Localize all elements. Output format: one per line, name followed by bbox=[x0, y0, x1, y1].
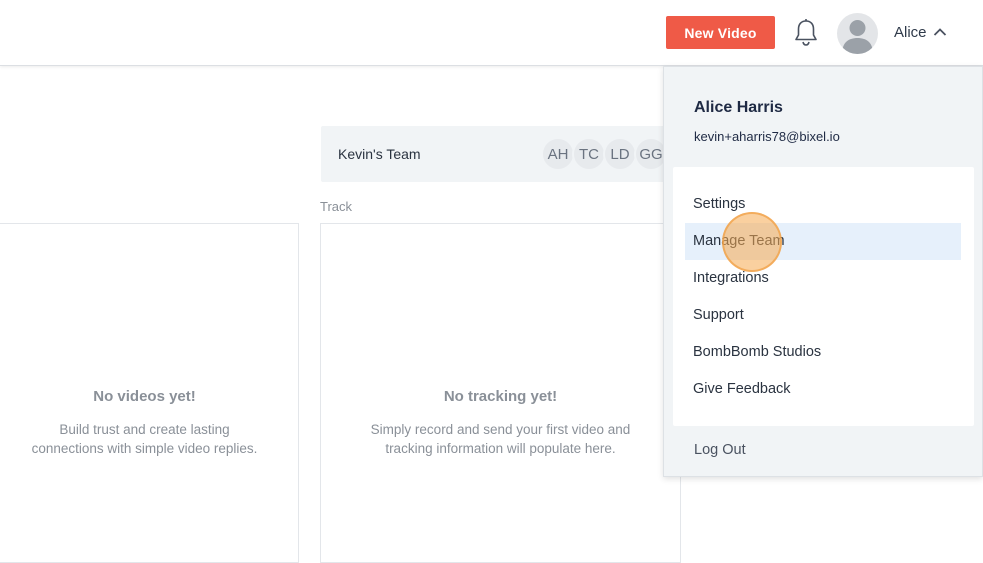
team-member-avatar[interactable]: LD bbox=[603, 137, 637, 171]
dropdown-user-email: kevin+aharris78@bixel.io bbox=[694, 129, 840, 144]
tracking-card: No tracking yet! Simply record and send … bbox=[320, 223, 681, 563]
tracking-empty-title: No tracking yet! bbox=[443, 388, 558, 405]
menu-item-manage-team[interactable]: Manage Team bbox=[685, 223, 961, 260]
menu-item-give-feedback[interactable]: Give Feedback bbox=[685, 371, 961, 408]
videos-empty-description: Build trust and create lasting connectio… bbox=[0, 420, 298, 458]
user-silhouette-icon bbox=[842, 20, 873, 54]
new-video-button[interactable]: New Video bbox=[666, 16, 775, 49]
team-name: Kevin's Team bbox=[338, 146, 421, 162]
videos-empty-title: No videos yet! bbox=[93, 388, 196, 405]
tracking-empty-line: tracking information will populate here. bbox=[385, 441, 616, 456]
bell-icon[interactable] bbox=[792, 18, 820, 48]
team-bar[interactable]: Kevin's Team AH TC LD GG bbox=[321, 126, 681, 182]
videos-card: No videos yet! Build trust and create la… bbox=[0, 223, 299, 563]
videos-empty-line: Build trust and create lasting bbox=[59, 422, 230, 437]
menu-item-settings[interactable]: Settings bbox=[685, 186, 961, 223]
top-header: New Video Alice bbox=[0, 0, 983, 66]
user-dropdown-menu: Alice Harris kevin+aharris78@bixel.io Se… bbox=[663, 66, 983, 477]
menu-item-support[interactable]: Support bbox=[685, 297, 961, 334]
log-out-link[interactable]: Log Out bbox=[694, 442, 746, 458]
track-section-label: Track bbox=[320, 199, 353, 214]
menu-item-integrations[interactable]: Integrations bbox=[685, 260, 961, 297]
chevron-up-icon[interactable] bbox=[933, 27, 947, 37]
team-member-avatar[interactable]: TC bbox=[572, 137, 606, 171]
dropdown-user-full-name: Alice Harris bbox=[694, 99, 783, 116]
team-member-avatar[interactable]: AH bbox=[541, 137, 575, 171]
tracking-empty-description: Simply record and send your first video … bbox=[321, 420, 680, 458]
user-menu-name[interactable]: Alice bbox=[894, 24, 927, 41]
videos-empty-line: connections with simple video replies. bbox=[31, 441, 258, 456]
dropdown-menu-list: Settings Manage Team Integrations Suppor… bbox=[673, 167, 974, 426]
menu-item-bombbomb-studios[interactable]: BombBomb Studios bbox=[685, 334, 961, 371]
avatar[interactable] bbox=[837, 13, 878, 54]
tracking-empty-line: Simply record and send your first video … bbox=[370, 422, 631, 437]
